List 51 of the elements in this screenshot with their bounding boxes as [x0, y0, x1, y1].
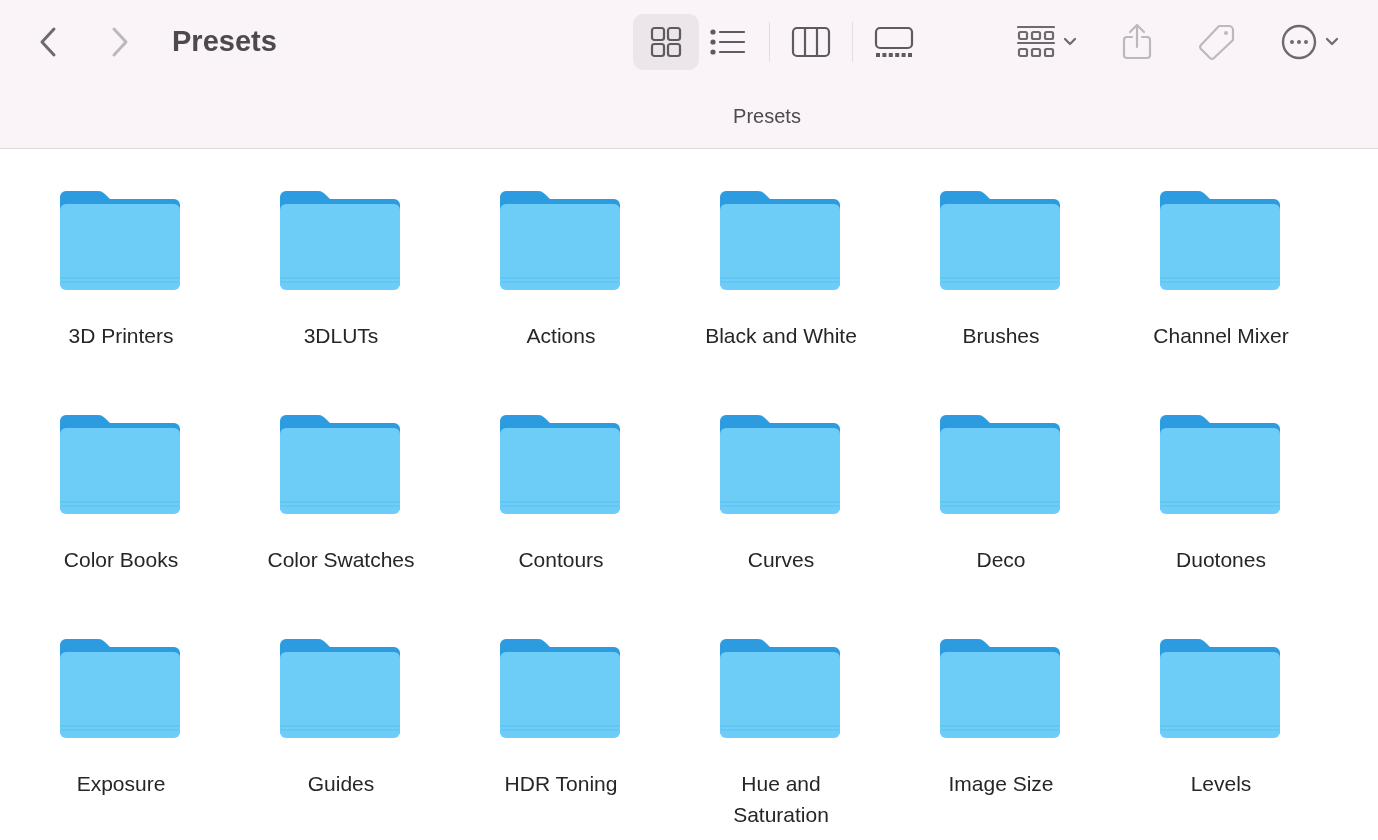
folder-name: Deco: [976, 547, 1026, 573]
folder-name: Hue and Saturation: [733, 771, 829, 828]
path-label: Presets: [733, 104, 801, 129]
folder-name: Black and White: [705, 323, 857, 349]
folder-icon: [720, 638, 842, 740]
folder-name: Brushes: [962, 323, 1040, 349]
window-title: Presets: [172, 24, 277, 60]
folder-name: 3DLUTs: [303, 323, 379, 349]
folder-name: Exposure: [76, 771, 166, 797]
folder-name: Color Books: [63, 547, 179, 573]
share-icon: [1120, 23, 1153, 61]
folder-name: Contours: [518, 547, 604, 573]
forward-chevron-icon: [110, 26, 130, 58]
columns-icon: [790, 26, 831, 58]
folder-icon: [720, 190, 842, 292]
group-icon: [1016, 25, 1055, 59]
list-icon: [709, 28, 746, 56]
folder-icon: [1160, 638, 1282, 740]
gallery-icon: [873, 26, 914, 58]
folder-name: Actions: [526, 323, 596, 349]
tag-icon: [1196, 23, 1237, 61]
folder-name: HDR Toning: [504, 771, 618, 797]
folder-icon: [940, 190, 1062, 292]
folder-name: Levels: [1190, 771, 1252, 797]
view-button[interactable]: [632, 14, 699, 70]
folder-icon: [280, 638, 402, 740]
folder-name: Channel Mixer: [1153, 323, 1289, 349]
folder-icon: [1160, 190, 1282, 292]
caret-icon: [1324, 37, 1339, 47]
folder-icon: [60, 190, 182, 292]
folder-icon: [280, 190, 402, 292]
folder-icon: [1160, 414, 1282, 516]
folder-icon: [60, 638, 182, 740]
folder-icon: [280, 414, 402, 516]
back-chevron-icon: [38, 26, 58, 58]
folder-icon: [720, 414, 842, 516]
folder-icon: [500, 414, 622, 516]
folder-name: Image Size: [948, 771, 1054, 797]
folder-icon: [500, 638, 622, 740]
folder-name: Curves: [747, 547, 815, 573]
folder-icon: [940, 414, 1062, 516]
folder-name: Color Swatches: [267, 547, 415, 573]
folder-icon: [500, 190, 622, 292]
folder-name: Guides: [307, 771, 375, 797]
caret-icon: [1062, 37, 1077, 47]
folder-icon: [940, 638, 1062, 740]
more-icon: [1280, 24, 1317, 60]
folder-name: Duotones: [1176, 547, 1266, 573]
folder-icon: [60, 414, 182, 516]
folder-name: 3D Printers: [68, 323, 174, 349]
grid-icon: [649, 26, 682, 58]
